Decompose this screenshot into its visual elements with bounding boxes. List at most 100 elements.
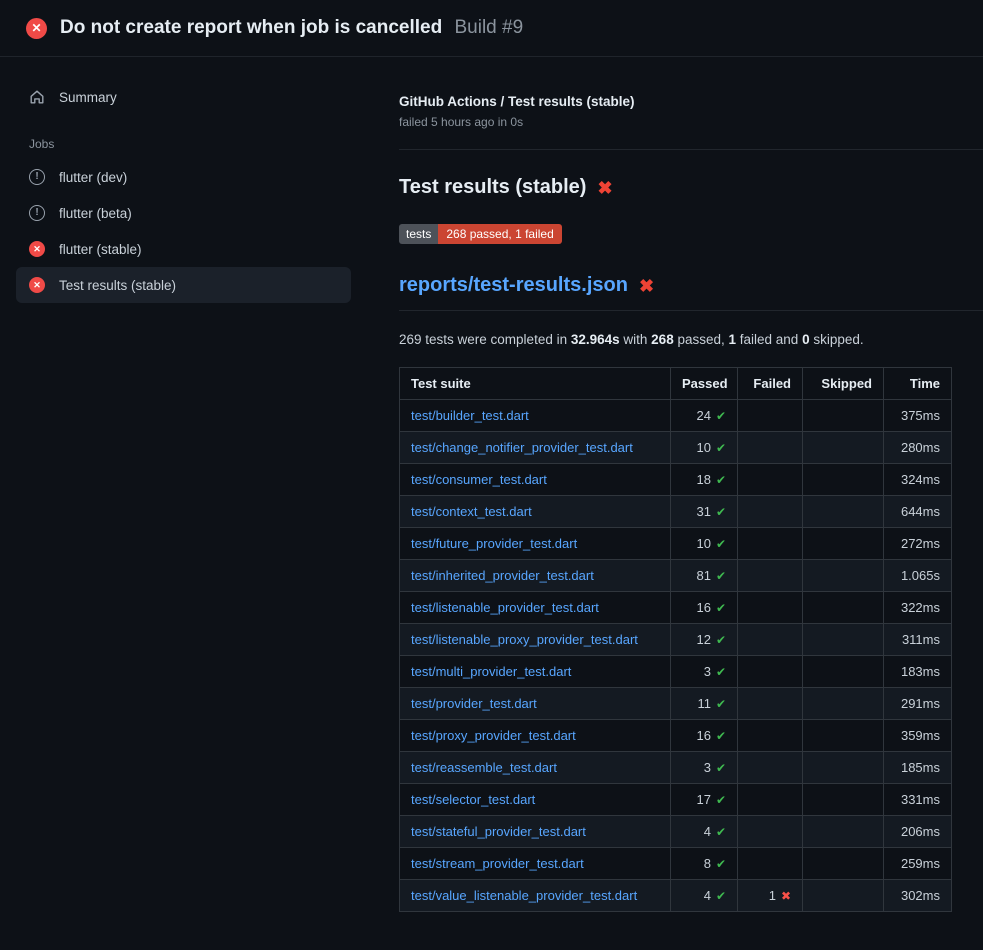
summary-text: 269 tests were completed in — [399, 332, 571, 347]
time-cell: 1.065s — [884, 560, 952, 592]
test-suite-link[interactable]: test/reassemble_test.dart — [411, 760, 557, 775]
col-header-skipped: Skipped — [803, 368, 884, 400]
passed-count: 11 — [697, 696, 711, 711]
passed-count: 8 — [704, 856, 711, 871]
passed-count: 17 — [696, 792, 710, 807]
suite-cell: test/stateful_provider_test.dart — [400, 816, 671, 848]
failed-cell: 1✖ — [738, 880, 803, 912]
time-cell: 291ms — [884, 688, 952, 720]
sidebar-job-item[interactable]: ✕flutter (stable) — [16, 231, 351, 267]
summary-passed-count: 268 — [651, 332, 674, 347]
test-suite-link[interactable]: test/stream_provider_test.dart — [411, 856, 584, 871]
sidebar-job-item[interactable]: !flutter (beta) — [16, 195, 351, 231]
passed-cell: 4✔ — [671, 816, 738, 848]
check-icon: ✔ — [716, 537, 726, 551]
sidebar-job-item[interactable]: !flutter (dev) — [16, 159, 351, 195]
suite-cell: test/future_provider_test.dart — [400, 528, 671, 560]
build-number: Build #9 — [454, 17, 523, 38]
summary-text: with — [620, 332, 652, 347]
check-run-header: ✕ Do not create report when job is cance… — [0, 0, 983, 57]
skipped-cell — [803, 432, 884, 464]
test-suite-link[interactable]: test/context_test.dart — [411, 504, 532, 519]
test-suite-link[interactable]: test/future_provider_test.dart — [411, 536, 577, 551]
test-results-table: Test suite Passed Failed Skipped Time te… — [399, 367, 952, 912]
test-suite-link[interactable]: test/builder_test.dart — [411, 408, 529, 423]
table-row: test/multi_provider_test.dart 3✔ 183ms — [400, 656, 952, 688]
check-icon: ✔ — [716, 697, 726, 711]
failed-cell — [738, 848, 803, 880]
sidebar-item-summary[interactable]: Summary — [16, 79, 351, 115]
failed-cell — [738, 784, 803, 816]
suite-cell: test/listenable_provider_test.dart — [400, 592, 671, 624]
x-icon: ✖ — [781, 889, 791, 903]
table-row: test/change_notifier_provider_test.dart 1… — [400, 432, 952, 464]
passed-cell: 31✔ — [671, 496, 738, 528]
table-row: test/context_test.dart 31✔ 644ms — [400, 496, 952, 528]
badge-value: 268 passed, 1 failed — [438, 224, 561, 244]
time-cell: 185ms — [884, 752, 952, 784]
check-icon: ✔ — [716, 889, 726, 903]
test-suite-link[interactable]: test/consumer_test.dart — [411, 472, 547, 487]
sidebar-summary-label: Summary — [59, 90, 117, 105]
section-title: Test results (stable) ✖ — [399, 176, 951, 199]
time-cell: 302ms — [884, 880, 952, 912]
tests-badge: tests 268 passed, 1 failed — [399, 224, 562, 244]
test-suite-link[interactable]: test/selector_test.dart — [411, 792, 535, 807]
test-suite-link[interactable]: test/listenable_proxy_provider_test.dart — [411, 632, 638, 647]
check-icon: ✔ — [716, 569, 726, 583]
summary-text: skipped. — [810, 332, 864, 347]
test-suite-link[interactable]: test/change_notifier_provider_test.dart — [411, 440, 633, 455]
suite-cell: test/listenable_proxy_provider_test.dart — [400, 624, 671, 656]
check-icon: ✔ — [716, 825, 726, 839]
alert-circle-icon: ! — [29, 205, 45, 221]
x-circle-icon: ✕ — [26, 18, 47, 39]
passed-cell: 12✔ — [671, 624, 738, 656]
suite-cell: test/change_notifier_provider_test.dart — [400, 432, 671, 464]
table-row: test/proxy_provider_test.dart16✔359ms — [400, 720, 952, 752]
col-header-failed: Failed — [738, 368, 803, 400]
jobs-section-label: Jobs — [29, 137, 351, 151]
time-cell: 183ms — [884, 656, 952, 688]
page-body: Summary Jobs !flutter (dev)!flutter (bet… — [0, 57, 983, 950]
table-row: test/value_listenable_provider_test.dart… — [400, 880, 952, 912]
time-cell: 375ms — [884, 400, 952, 432]
passed-count: 4 — [704, 888, 711, 903]
x-emoji-icon: ✖ — [639, 277, 654, 295]
test-suite-link[interactable]: test/listenable_provider_test.dart — [411, 600, 599, 615]
skipped-cell — [803, 464, 884, 496]
check-run-title: Do not create report when job is cancell… — [60, 17, 442, 38]
skipped-cell — [803, 624, 884, 656]
test-suite-link[interactable]: test/multi_provider_test.dart — [411, 664, 571, 679]
skipped-cell — [803, 720, 884, 752]
section-title-text: Test results (stable) — [399, 176, 586, 199]
passed-count: 24 — [696, 408, 710, 423]
passed-count: 16 — [696, 728, 710, 743]
time-cell: 324ms — [884, 464, 952, 496]
time-cell: 644ms — [884, 496, 952, 528]
sidebar-job-label: Test results (stable) — [59, 278, 176, 293]
suite-cell: test/value_listenable_provider_test.dart — [400, 880, 671, 912]
test-suite-link[interactable]: test/value_listenable_provider_test.dart — [411, 888, 637, 903]
passed-cell: 3✔ — [671, 656, 738, 688]
test-suite-link[interactable]: test/provider_test.dart — [411, 696, 537, 711]
col-header-time: Time — [884, 368, 952, 400]
table-row: test/inherited_provider_test.dart81✔1.06… — [400, 560, 952, 592]
summary-duration: 32.964s — [571, 332, 620, 347]
breadcrumb: GitHub Actions / Test results (stable) — [399, 94, 951, 109]
skipped-cell — [803, 784, 884, 816]
passed-cell: 16✔ — [671, 720, 738, 752]
skipped-cell — [803, 816, 884, 848]
test-suite-link[interactable]: test/inherited_provider_test.dart — [411, 568, 594, 583]
sidebar-job-item[interactable]: ✕ Test results (stable) — [16, 267, 351, 303]
report-file-link[interactable]: reports/test-results.json — [399, 274, 628, 297]
suite-cell: test/consumer_test.dart — [400, 464, 671, 496]
table-row: test/builder_test.dart24✔375ms — [400, 400, 952, 432]
test-suite-link[interactable]: test/proxy_provider_test.dart — [411, 728, 576, 743]
x-circle-icon: ✕ — [29, 277, 45, 293]
passed-count: 10 — [696, 440, 710, 455]
sidebar-job-label: flutter (stable) — [59, 242, 142, 257]
table-row: test/stateful_provider_test.dart4✔206ms — [400, 816, 952, 848]
test-suite-link[interactable]: test/stateful_provider_test.dart — [411, 824, 586, 839]
table-row: test/listenable_provider_test.dart16✔322… — [400, 592, 952, 624]
time-cell: 322ms — [884, 592, 952, 624]
